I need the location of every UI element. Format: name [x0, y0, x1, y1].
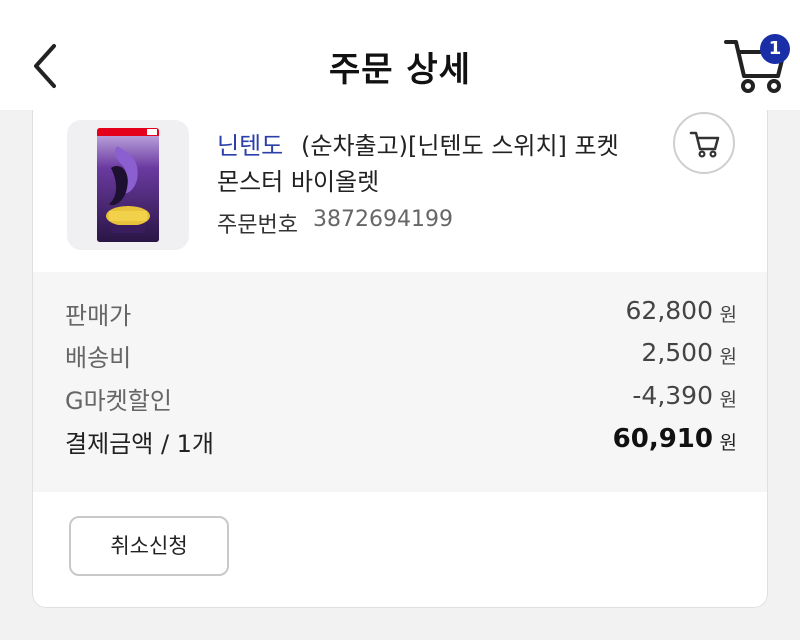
- cancel-request-button[interactable]: 취소신청: [69, 516, 229, 576]
- price-row-unit: 원: [719, 304, 737, 326]
- product-name-line1[interactable]: (순차출고)[닌텐도 스위치] 포켓: [301, 126, 619, 161]
- price-row-value: 2,500: [641, 338, 713, 367]
- price-row-label: G마켓할인: [65, 387, 172, 415]
- cart-icon: [689, 131, 720, 158]
- order-card: 닌텐도 (순차출고)[닌텐도 스위치] 포켓 몬스터 바이올렛 주문번호 387…: [32, 110, 768, 608]
- product-image: [97, 128, 159, 242]
- page-title: 주문 상세: [329, 50, 471, 90]
- price-row-shipping: 배송비 2,500 원: [65, 338, 737, 378]
- price-summary: 판매가 62,800 원 배송비 2,500 원 G마켓할인 -4,390 원 …: [33, 272, 767, 492]
- order-number-value: 3872694199: [313, 207, 453, 232]
- product-thumbnail[interactable]: [67, 120, 189, 250]
- price-row-total: 결제금액 / 1개 60,910 원: [65, 424, 737, 464]
- product-name-line2[interactable]: 몬스터 바이올렛: [217, 162, 379, 197]
- header-bar: 주문 상세 1: [0, 0, 800, 110]
- price-row-label: 판매가: [65, 302, 132, 330]
- price-row-label: 배송비: [65, 344, 132, 372]
- order-number-label: 주문번호: [217, 213, 298, 238]
- total-label: 결제금액 / 1개: [65, 430, 215, 458]
- price-row-value: -4,390: [632, 381, 713, 410]
- price-row-sale: 판매가 62,800 원: [65, 296, 737, 336]
- add-to-cart-button[interactable]: [673, 112, 735, 174]
- price-row-value: 62,800: [625, 296, 713, 325]
- product-brand-link[interactable]: 닌텐도: [217, 126, 283, 161]
- cart-count-badge: 1: [760, 34, 790, 64]
- price-row-discount: G마켓할인 -4,390 원: [65, 381, 737, 421]
- total-unit: 원: [719, 432, 737, 454]
- total-value: 60,910: [612, 424, 713, 454]
- price-row-unit: 원: [719, 346, 737, 368]
- price-row-unit: 원: [719, 389, 737, 411]
